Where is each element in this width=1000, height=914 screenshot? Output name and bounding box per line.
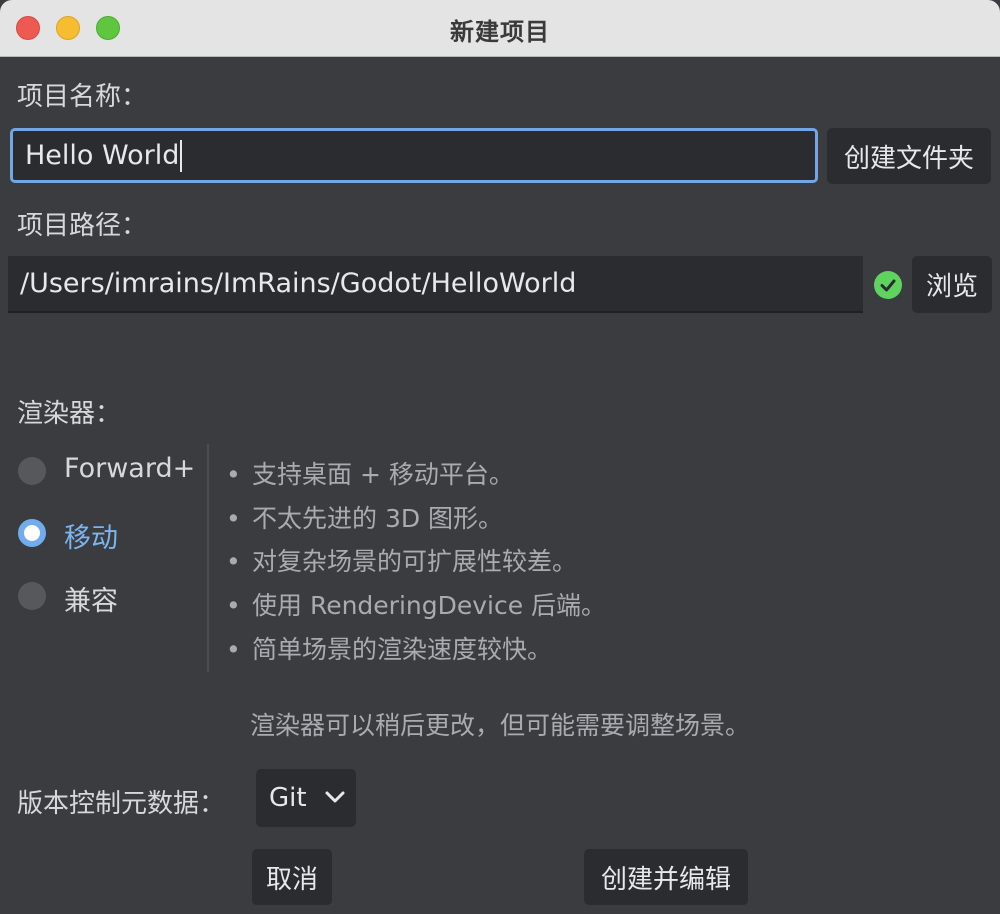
radio-compatibility[interactable] (18, 582, 46, 610)
project-name-input[interactable]: Hello World (10, 128, 818, 183)
create-folder-button[interactable]: 创建文件夹 (827, 128, 991, 184)
vcs-label: 版本控制元数据： (17, 789, 226, 819)
browse-button[interactable]: 浏览 (912, 256, 992, 313)
window-title: 新建项目 (450, 18, 550, 46)
cancel-button[interactable]: 取消 (252, 849, 332, 905)
renderer-description-item: • 对复杂场景的可扩展性较差。 (226, 547, 578, 576)
chevron-down-icon (325, 791, 345, 803)
text-caret (180, 139, 183, 172)
project-path-input[interactable]: /Users/imrains/ImRains/Godot/HelloWorld (8, 256, 863, 313)
renderer-change-note: 渲染器可以稍后更改，但可能需要调整场景。 (249, 711, 750, 740)
renderer-option-compatibility[interactable]: 兼容 (64, 579, 118, 618)
project-name-value: Hello World (25, 140, 180, 171)
vcs-selected-value: Git (269, 783, 307, 813)
renderer-option-forward-plus[interactable]: Forward+ (64, 453, 195, 484)
vcs-select[interactable]: Git (256, 769, 356, 827)
radio-mobile[interactable] (18, 519, 46, 547)
renderer-option-mobile[interactable]: 移动 (64, 516, 118, 555)
title-bar: 新建项目 (0, 0, 1000, 57)
project-path-value: /Users/imrains/ImRains/Godot/HelloWorld (20, 268, 577, 299)
renderer-description-item: • 使用 RenderingDevice 后端。 (226, 591, 607, 620)
create-and-edit-button[interactable]: 创建并编辑 (584, 849, 748, 905)
project-name-label: 项目名称： (17, 82, 148, 112)
renderer-label: 渲染器： (17, 399, 122, 429)
project-path-label: 项目路径： (17, 211, 148, 241)
check-circle-icon (874, 271, 902, 299)
renderer-divider (207, 444, 209, 672)
radio-forward-plus[interactable] (18, 457, 46, 485)
renderer-description-item: • 简单场景的渲染速度较快。 (226, 635, 553, 664)
renderer-description-item: • 支持桌面 + 移动平台。 (226, 460, 514, 489)
renderer-description-item: • 不太先进的 3D 图形。 (226, 504, 504, 533)
